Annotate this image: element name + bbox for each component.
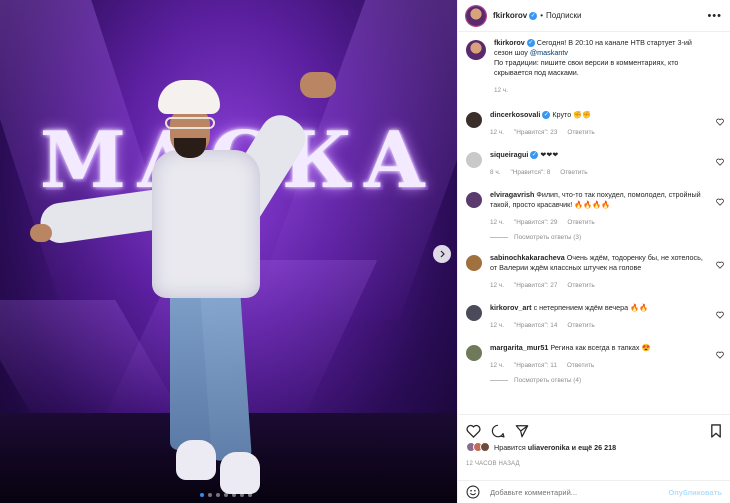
- comment-time[interactable]: 8 ч.: [490, 168, 500, 178]
- carousel-dot: [248, 493, 252, 497]
- comment-username[interactable]: margarita_mur51: [490, 343, 548, 352]
- comment-item: sabinochkakaracheva Очень ждём, тодоренк…: [458, 253, 730, 291]
- comment-input[interactable]: [490, 487, 669, 497]
- replies-line: [490, 237, 508, 238]
- heart-icon[interactable]: [716, 118, 724, 126]
- caption-mention-link[interactable]: @maskantv: [530, 48, 568, 57]
- following-button[interactable]: Подписки: [546, 11, 581, 20]
- comment-text: Круто ✊✊: [552, 110, 592, 119]
- reply-button[interactable]: Ответить: [567, 281, 594, 291]
- avatar[interactable]: [466, 305, 482, 321]
- heart-icon[interactable]: [716, 311, 724, 319]
- comment-likes[interactable]: "Нравится": 23: [514, 128, 557, 138]
- view-replies-label: Посмотреть ответы (3): [514, 234, 582, 241]
- post-comment-button[interactable]: Опубликовать: [668, 488, 722, 497]
- avatar[interactable]: [466, 112, 482, 128]
- comment-likes[interactable]: "Нравится": 27: [514, 281, 557, 291]
- verified-icon: ✓: [529, 11, 538, 20]
- reply-button[interactable]: Ответить: [567, 361, 594, 371]
- avatar[interactable]: [466, 345, 482, 361]
- add-comment-bar: Опубликовать: [458, 480, 730, 503]
- comment-likes[interactable]: "Нравится": 11: [514, 361, 557, 371]
- comment-time[interactable]: 12 ч.: [490, 321, 504, 331]
- comments-list[interactable]: fkirkorov ✓ Сегодня! В 20:10 на канале НТ…: [458, 38, 730, 410]
- comment-time[interactable]: 12 ч.: [490, 218, 504, 228]
- likes-user-link[interactable]: uliaveronika: [528, 443, 570, 452]
- emoji-icon[interactable]: [466, 485, 480, 499]
- verified-icon: ✓: [530, 151, 539, 160]
- reply-button[interactable]: Ответить: [567, 218, 594, 228]
- caption-username[interactable]: fkirkorov: [494, 38, 525, 47]
- chevron-right-icon: [440, 250, 445, 258]
- comment-username[interactable]: elviragavrish: [490, 190, 534, 199]
- share-icon[interactable]: [515, 424, 529, 438]
- view-replies-button[interactable]: Посмотреть ответы (3): [490, 234, 730, 241]
- reply-button[interactable]: Ответить: [560, 168, 587, 178]
- comment-username[interactable]: sabinochkakaracheva: [490, 253, 565, 262]
- comment-item: elviragavrish Филип, что-то так похудел,…: [458, 190, 730, 228]
- view-replies-button[interactable]: Посмотреть ответы (4): [490, 377, 730, 384]
- post-side-panel: fkirkorov ✓ • Подписки ••• fkirkorov ✓ Се…: [457, 0, 730, 503]
- comment-text: ❤❤❤: [540, 150, 559, 159]
- comment-likes[interactable]: "Нравится": 14: [514, 321, 557, 331]
- avatar[interactable]: [466, 255, 482, 271]
- carousel-next-button[interactable]: [433, 245, 451, 263]
- heart-icon[interactable]: [716, 351, 724, 359]
- comment-username[interactable]: dincerkosovali: [490, 110, 540, 119]
- comment-time[interactable]: 12 ч.: [490, 361, 504, 371]
- carousel-dots: [200, 493, 252, 497]
- verified-icon: ✓: [542, 111, 551, 120]
- post-timestamp[interactable]: 12 ЧАСОВ НАЗАД: [466, 461, 520, 467]
- comment-username[interactable]: kirkorov_art: [490, 303, 532, 312]
- avatar[interactable]: [466, 152, 482, 168]
- verified-icon: ✓: [526, 39, 535, 48]
- heart-icon[interactable]: [716, 261, 724, 269]
- caption-time[interactable]: 12 ч.: [494, 86, 508, 96]
- avatar[interactable]: [466, 5, 486, 26]
- liker-avatars: [466, 442, 490, 452]
- carousel-dot: [208, 493, 212, 497]
- author-username[interactable]: fkirkorov: [493, 11, 527, 20]
- comment-text: с нетерпением ждём вечера 🔥🔥: [533, 303, 648, 312]
- carousel-dot: [240, 493, 244, 497]
- comment-username[interactable]: siqueiragui: [490, 150, 528, 159]
- heart-icon[interactable]: [716, 198, 724, 206]
- comment-likes[interactable]: "Нравится": 8: [510, 168, 550, 178]
- ellipsis-icon[interactable]: •••: [707, 10, 722, 22]
- likes-count-link[interactable]: и ещё 26 218: [572, 443, 616, 452]
- likes-summary: Нравится uliaveronika и ещё 26 218: [466, 442, 722, 452]
- post-actions-bar: [458, 414, 730, 440]
- comment-time[interactable]: 12 ч.: [490, 281, 504, 291]
- comment-icon[interactable]: [491, 424, 505, 438]
- comment-likes[interactable]: "Нравится": 29: [514, 218, 557, 228]
- reply-button[interactable]: Ответить: [567, 128, 594, 138]
- person-figure: [0, 0, 457, 503]
- likes-prefix: Нравится: [494, 442, 526, 452]
- carousel-dot: [200, 493, 204, 497]
- comment-item: siqueiragui ✓ ❤❤❤ 8 ч. "Нравится": 8 Отве…: [458, 150, 730, 178]
- reply-button[interactable]: Ответить: [567, 321, 594, 331]
- post-photo[interactable]: МАСКА: [0, 0, 457, 503]
- separator-dot: •: [540, 11, 544, 20]
- view-replies-label: Посмотреть ответы (4): [514, 377, 582, 384]
- comment-item: margarita_mur51 Регина как всегда в тапк…: [458, 343, 730, 371]
- caption: fkirkorov ✓ Сегодня! В 20:10 на канале НТ…: [458, 38, 730, 96]
- carousel-dot: [232, 493, 236, 497]
- comment-text: Регина как всегда в тапках 😍: [550, 343, 651, 352]
- heart-icon[interactable]: [466, 424, 481, 438]
- carousel-dot: [216, 493, 220, 497]
- comment-item: kirkorov_art с нетерпением ждём вечера 🔥…: [458, 303, 730, 331]
- replies-line: [490, 380, 508, 381]
- avatar[interactable]: [466, 192, 482, 208]
- heart-icon[interactable]: [716, 158, 724, 166]
- caption-text-2: По традиции: пишите свои версии в коммен…: [494, 58, 679, 77]
- comment-time[interactable]: 12 ч.: [490, 128, 504, 138]
- bookmark-icon[interactable]: [710, 423, 722, 438]
- avatar[interactable]: [466, 40, 486, 60]
- comment-item: dincerkosovali ✓ Круто ✊✊ 12 ч. "Нравится…: [458, 110, 730, 138]
- carousel-dot: [224, 493, 228, 497]
- post-header: fkirkorov ✓ • Подписки •••: [458, 0, 730, 32]
